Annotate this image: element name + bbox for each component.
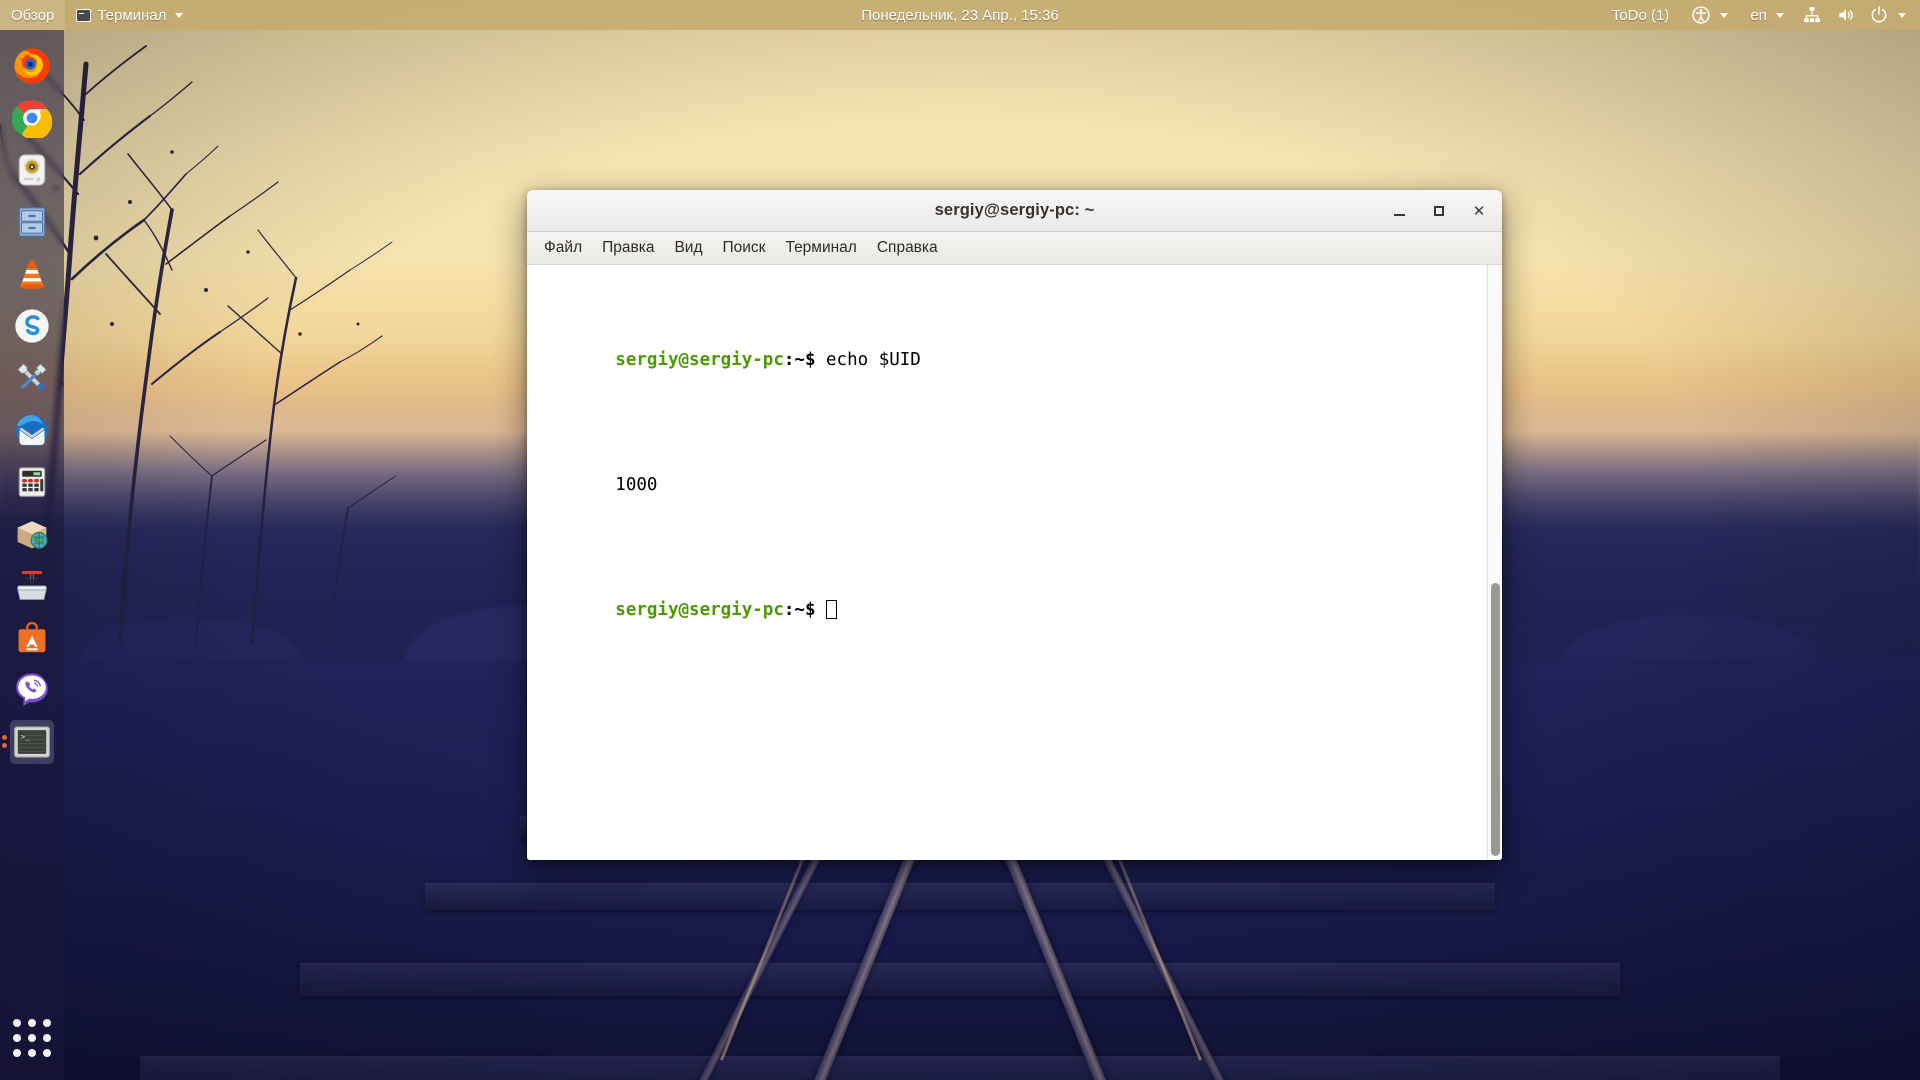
launcher-item-usb-image-writer[interactable]: [0, 560, 64, 612]
grid-dots-icon: [13, 1019, 51, 1057]
power-indicator[interactable]: [1863, 0, 1912, 30]
prompt-user: sergiy@sergiy-pc: [615, 600, 784, 620]
launcher-item-package-manager[interactable]: [0, 508, 64, 560]
launcher-item-skype[interactable]: [0, 300, 64, 352]
window-title: sergiy@sergiy-pc: ~: [934, 201, 1095, 219]
wired-network-icon: [1804, 7, 1820, 23]
running-indicator-pip: [2, 743, 7, 748]
svg-text:>_: >_: [21, 732, 30, 741]
accessibility-icon: [1692, 6, 1710, 24]
text-cursor: [826, 600, 838, 619]
network-indicator[interactable]: [1795, 0, 1829, 30]
orange-bag-a-icon: [10, 616, 54, 660]
terminal-line: 1000: [531, 448, 1477, 523]
menu-edit[interactable]: Правка: [593, 234, 663, 262]
terminal-titlebar[interactable]: sergiy@sergiy-pc: ~ ✕: [527, 190, 1502, 232]
launcher-item-calculator[interactable]: [0, 456, 64, 508]
terminal-line: sergiy@sergiy-pc:~$: [531, 573, 1477, 648]
firefox-icon: [10, 44, 54, 88]
package-globe-icon: [10, 512, 54, 556]
menu-help[interactable]: Справка: [868, 234, 947, 262]
launcher-item-files[interactable]: [0, 196, 64, 248]
chrome-icon: [10, 96, 54, 140]
chevron-down-icon: [175, 12, 184, 18]
top-panel: Обзор Терминал Понедельник, 23 Апр., 15:…: [0, 0, 1920, 30]
menu-terminal[interactable]: Терминал: [776, 234, 865, 262]
disk-writer-icon: [10, 564, 54, 608]
app-menu-button[interactable]: Терминал: [65, 0, 194, 30]
panel-left-group: Обзор Терминал: [0, 0, 194, 30]
todo-label: ToDo (1): [1611, 6, 1670, 24]
terminal-window[interactable]: sergiy@sergiy-pc: ~ ✕ Файл Правка Вид По…: [527, 190, 1502, 860]
launcher-item-thunderbird[interactable]: [0, 404, 64, 456]
volume-indicator[interactable]: [1829, 0, 1863, 30]
terminal-line: sergiy@sergiy-pc:~$ echo $UID: [531, 323, 1477, 398]
overview-label: Обзор: [11, 6, 55, 24]
prompt-path: :~$: [783, 350, 816, 370]
terminal-menubar: Файл Правка Вид Поиск Терминал Справка: [527, 232, 1502, 265]
menu-view[interactable]: Вид: [665, 234, 711, 262]
power-icon: [1871, 6, 1887, 23]
terminal-body[interactable]: sergiy@sergiy-pc:~$ echo $UID 1000 sergi…: [527, 265, 1502, 860]
panel-right-group: ToDo (1) en: [1601, 0, 1920, 30]
clock[interactable]: Понедельник, 23 Апр., 15:36: [861, 7, 1059, 24]
maximize-button[interactable]: [1426, 198, 1452, 224]
launcher-item-firefox[interactable]: [0, 40, 64, 92]
wrench-screwdriver-icon: [10, 356, 54, 400]
unity-launcher: >_: [0, 30, 64, 1080]
scrollbar-thumb[interactable]: [1491, 583, 1500, 856]
prompt-user: sergiy@sergiy-pc: [615, 350, 784, 370]
launcher-item-system-tools[interactable]: [0, 352, 64, 404]
calculator-icon: [10, 460, 54, 504]
command-output: 1000: [615, 475, 658, 495]
speaker-icon: [1839, 9, 1853, 21]
launcher-item-media-player[interactable]: [0, 144, 64, 196]
file-cabinet-icon: [10, 200, 54, 244]
prompt-path: :~$: [783, 600, 816, 620]
terminal-icon: >_: [10, 720, 54, 764]
menu-search[interactable]: Поиск: [714, 234, 775, 262]
show-applications-button[interactable]: [0, 1012, 64, 1064]
terminal-scrollbar[interactable]: [1487, 265, 1502, 860]
window-controls: ✕: [1386, 190, 1492, 232]
terminal-icon: [76, 8, 92, 22]
running-indicator-pip: [2, 735, 7, 740]
minimize-button[interactable]: [1386, 198, 1412, 224]
command-text: [815, 600, 826, 620]
close-button[interactable]: ✕: [1466, 198, 1492, 224]
blue-s-icon: [10, 304, 54, 348]
chevron-down-icon: [1776, 12, 1784, 18]
vlc-cone-icon: [10, 252, 54, 296]
gnome-mplayer-icon: [10, 148, 54, 192]
keyboard-layout-label: en: [1750, 6, 1767, 24]
launcher-item-vlc[interactable]: [0, 248, 64, 300]
overview-button[interactable]: Обзор: [0, 0, 66, 30]
launcher-item-viber[interactable]: [0, 664, 64, 716]
command-text: echo $UID: [815, 350, 921, 370]
todo-indicator[interactable]: ToDo (1): [1601, 0, 1681, 30]
viber-icon: [10, 668, 54, 712]
thunderbird-icon: [10, 408, 54, 452]
app-menu-label: Терминал: [97, 6, 167, 24]
launcher-item-terminal[interactable]: >_: [0, 716, 64, 768]
terminal-output[interactable]: sergiy@sergiy-pc:~$ echo $UID 1000 sergi…: [527, 265, 1487, 860]
launcher-item-ubuntu-software[interactable]: [0, 612, 64, 664]
keyboard-layout-indicator[interactable]: en: [1739, 0, 1795, 30]
chevron-down-icon: [1898, 12, 1906, 18]
menu-file[interactable]: Файл: [535, 234, 591, 262]
accessibility-indicator[interactable]: [1680, 0, 1739, 30]
chevron-down-icon: [1720, 12, 1729, 18]
launcher-item-google-chrome[interactable]: [0, 92, 64, 144]
